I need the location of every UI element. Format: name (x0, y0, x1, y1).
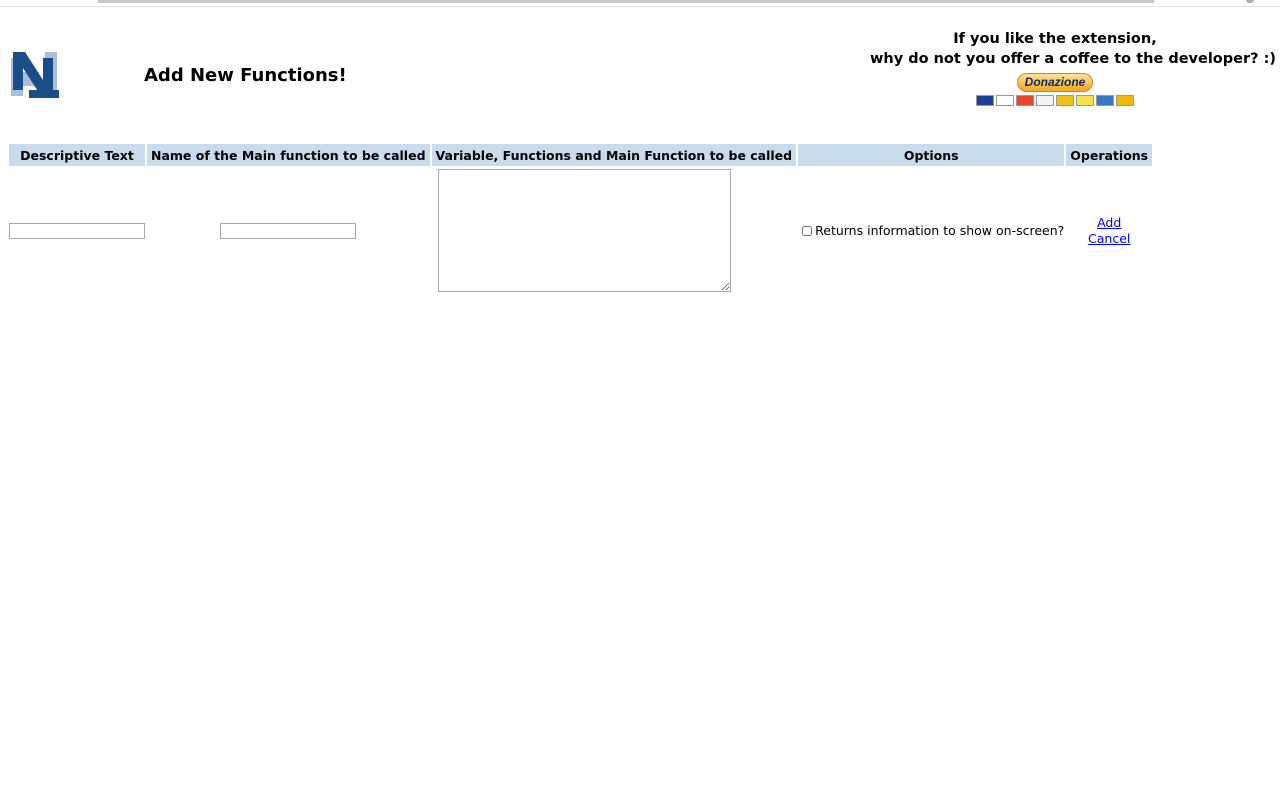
header-operations: Operations (1066, 144, 1153, 166)
cell-options: Returns information to show on-screen? (798, 168, 1064, 293)
descriptive-text-input[interactable] (9, 222, 145, 239)
donation-section: If you like the extension, why do not yo… (870, 29, 1277, 106)
horizontal-scrollbar-thumb[interactable] (98, 0, 1154, 3)
browser-scrollbar-strip (0, 0, 1280, 7)
maestro-card-icon (976, 95, 994, 106)
cell-operations: Add Cancel (1066, 168, 1152, 293)
cell-code (432, 168, 797, 293)
cancel-link[interactable]: Cancel (1066, 231, 1152, 247)
donation-text-line-1: If you like the extension, (953, 31, 1157, 47)
show-onscreen-checkbox[interactable] (802, 225, 813, 236)
amex-blue-card-icon (1096, 95, 1114, 106)
donate-button-wrap: Donazione (870, 69, 1240, 92)
header-main-function-name: Name of the Main function to be called (147, 144, 430, 166)
mastercard-card-icon (1016, 95, 1034, 106)
window-corner-icon (1246, 0, 1254, 3)
logo-icon (9, 50, 59, 98)
header-options: Options (798, 144, 1065, 166)
functions-table: Descriptive Text Name of the Main functi… (7, 142, 1154, 295)
option-wrap: Returns information to show on-screen? (798, 223, 1064, 238)
paypal-card-icon (1036, 95, 1054, 106)
cell-main-function-name (147, 168, 430, 293)
payment-cards (870, 95, 1240, 106)
table-row: Returns information to show on-screen? A… (9, 168, 1152, 293)
header-variables-functions: Variable, Functions and Main Function to… (431, 144, 797, 166)
postepay-card-icon (1116, 95, 1134, 106)
show-onscreen-label: Returns information to show on-screen? (815, 223, 1065, 238)
header-descriptive-text: Descriptive Text (9, 144, 145, 166)
discover-card-icon (1076, 95, 1094, 106)
main-function-name-input[interactable] (220, 222, 357, 239)
visa-card-icon (996, 95, 1014, 106)
page-title: Add New Functions! (144, 65, 347, 86)
add-link[interactable]: Add (1066, 215, 1152, 231)
cell-descriptive-text (9, 168, 145, 293)
donation-text-line-2: why do not you offer a coffee to the dev… (870, 51, 1277, 67)
code-textarea[interactable] (437, 169, 731, 292)
table-header-row: Descriptive Text Name of the Main functi… (9, 144, 1153, 166)
amex-card-icon (1056, 95, 1074, 106)
donate-button[interactable]: Donazione (1016, 73, 1094, 92)
